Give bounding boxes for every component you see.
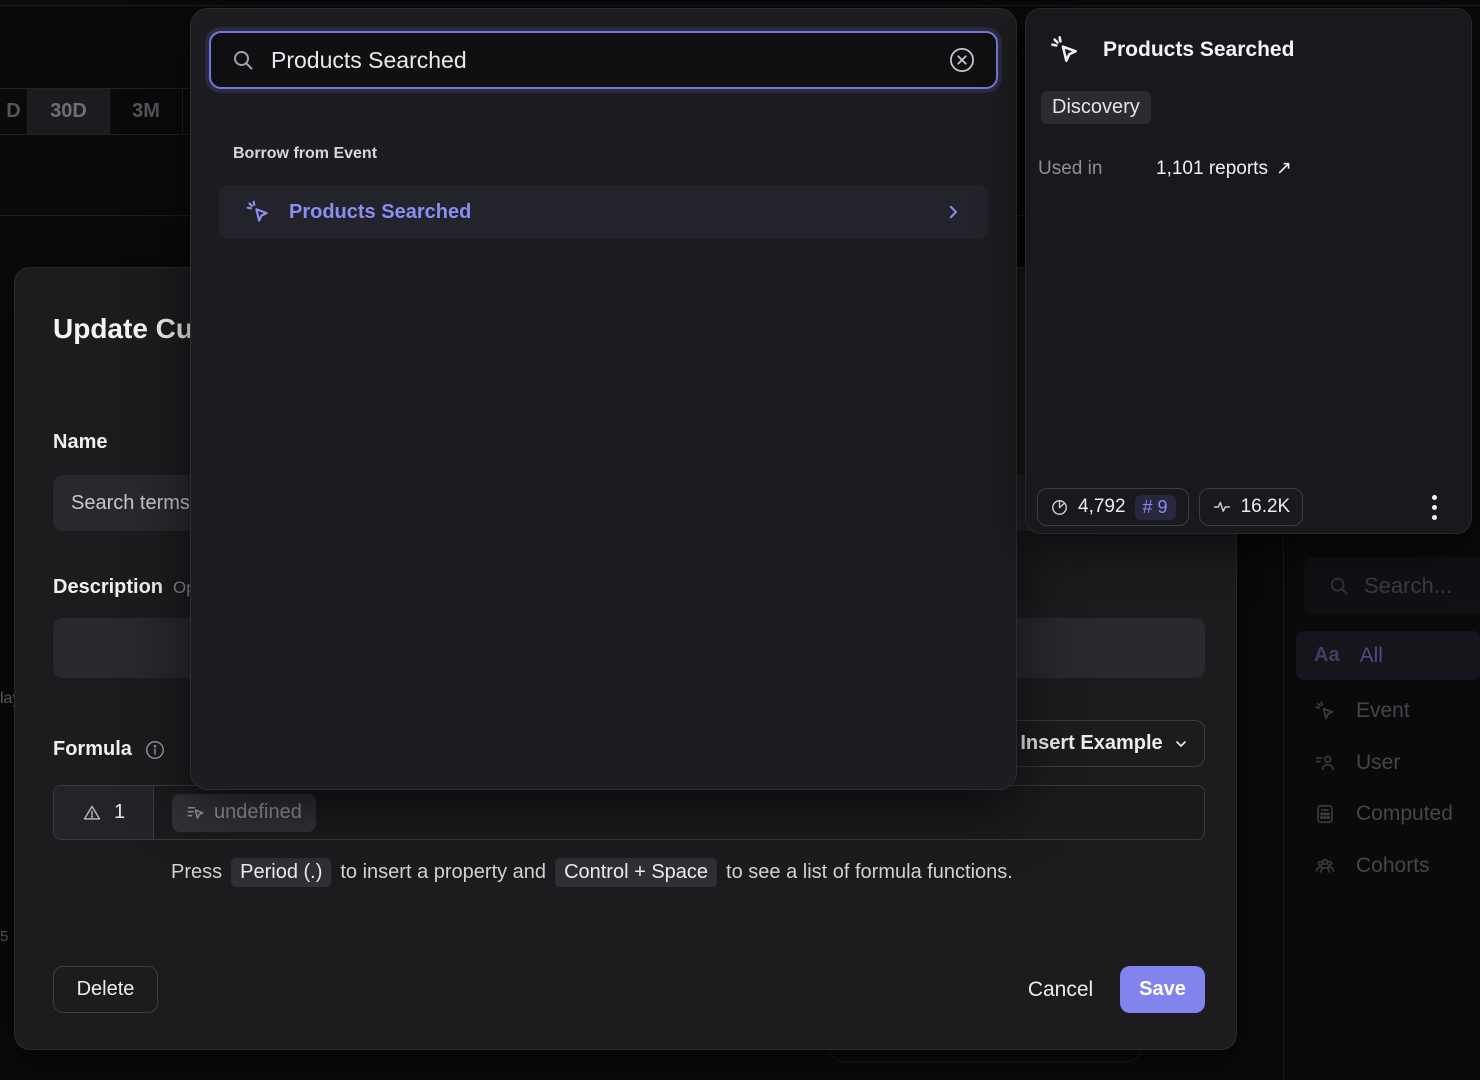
sidebar-item-event[interactable]: Event [1296, 686, 1480, 735]
event-icon [1314, 700, 1336, 722]
used-in-reports-link[interactable]: 1,101 reports ↗ [1156, 157, 1292, 180]
sidebar-item-computed[interactable]: Computed [1296, 789, 1480, 838]
insert-example-label: Insert Example [1020, 732, 1162, 755]
borrow-from-event-header: Borrow from Event [233, 145, 377, 163]
details-header: Products Searched [1049, 34, 1294, 66]
background-axis-fragment: 5 [0, 928, 8, 945]
event-details-panel: Products Searched Discovery Used in 1,10… [1025, 8, 1472, 534]
sidebar-item-label: Computed [1356, 802, 1453, 826]
cohorts-icon [1314, 855, 1336, 877]
clear-search-icon[interactable] [948, 46, 976, 74]
sidebar-item-cohorts[interactable]: Cohorts [1296, 841, 1480, 890]
used-in-row: Used in 1,101 reports ↗ [1038, 157, 1292, 180]
property-type-sidebar: Aa All Event User Computed Cohorts [1283, 534, 1480, 1080]
search-icon [1328, 575, 1350, 597]
time-range-7d[interactable]: D [0, 89, 28, 134]
sidebar-item-user[interactable]: User [1296, 738, 1480, 787]
search-result-products-searched[interactable]: Products Searched [219, 185, 988, 239]
chevron-right-icon [944, 203, 962, 221]
app-window: D 30D 3M lay 5 Aa All Event User [0, 0, 1480, 1080]
sidebar-item-all[interactable]: Aa All [1296, 631, 1480, 680]
details-footer: 4,792 # 9 16.2K [1037, 488, 1461, 526]
more-options-icon[interactable] [1428, 491, 1441, 524]
rank-badge: # 9 [1135, 495, 1176, 520]
calculator-icon [1314, 803, 1336, 825]
sidebar-item-label: Event [1356, 699, 1410, 723]
warning-count: 1 [114, 801, 125, 824]
volume-count: 16.2K [1241, 496, 1291, 518]
formula-warning-counter[interactable]: 1 [54, 786, 154, 839]
event-title: Products Searched [1103, 38, 1294, 62]
time-range-30d[interactable]: 30D [28, 89, 110, 134]
chevron-down-icon [1173, 736, 1189, 752]
kbd-period: Period (.) [231, 858, 331, 887]
search-icon [231, 48, 255, 72]
external-link-icon: ↗ [1276, 157, 1292, 180]
save-button[interactable]: Save [1120, 966, 1205, 1013]
event-count: 4,792 [1078, 496, 1126, 518]
chip-label: undefined [214, 801, 302, 824]
formula-label-row: Formula [53, 738, 166, 761]
reports-count: 1,101 reports [1156, 158, 1268, 180]
property-search-field[interactable] [209, 31, 998, 89]
formula-hint: Press Period (.) to insert a property an… [171, 858, 1013, 887]
user-icon [1314, 752, 1336, 774]
property-event-icon [186, 803, 205, 822]
event-count-pill[interactable]: 4,792 # 9 [1037, 488, 1189, 526]
insert-example-button[interactable]: Insert Example [1004, 720, 1205, 767]
sidebar-search-field[interactable] [1304, 557, 1480, 614]
cancel-button[interactable]: Cancel [1003, 966, 1118, 1013]
header-divider [0, 5, 1480, 6]
formula-label: Formula [53, 738, 132, 761]
event-icon [1049, 34, 1081, 66]
sidebar-search-input[interactable] [1364, 573, 1480, 599]
text-format-icon: Aa [1314, 644, 1340, 667]
used-in-label: Used in [1038, 158, 1156, 180]
category-badge: Discovery [1041, 91, 1151, 124]
sidebar-item-label: All [1360, 644, 1383, 668]
info-icon[interactable] [144, 739, 166, 761]
time-range-control: D 30D 3M [0, 88, 190, 135]
pie-chart-icon [1050, 498, 1069, 517]
name-label: Name [53, 431, 107, 454]
property-search-modal: Borrow from Event Products Searched [190, 8, 1017, 790]
result-label: Products Searched [289, 201, 926, 224]
hint-text: to insert a property and [340, 861, 546, 884]
event-icon [245, 199, 271, 225]
sidebar-item-label: Cohorts [1356, 854, 1430, 878]
delete-button[interactable]: Delete [53, 966, 158, 1013]
formula-property-chip[interactable]: undefined [172, 794, 316, 832]
time-range-3m[interactable]: 3M [110, 89, 183, 134]
kbd-control-space: Control + Space [555, 858, 717, 887]
property-search-input[interactable] [271, 47, 932, 74]
hint-text: to see a list of formula functions. [726, 861, 1013, 884]
activity-icon [1212, 497, 1232, 517]
warning-icon [82, 803, 102, 823]
hint-text: Press [171, 861, 222, 884]
formula-input[interactable]: undefined [154, 786, 1204, 839]
volume-pill[interactable]: 16.2K [1199, 488, 1304, 526]
sidebar-item-label: User [1356, 751, 1400, 775]
formula-editor[interactable]: 1 undefined [53, 785, 1205, 840]
